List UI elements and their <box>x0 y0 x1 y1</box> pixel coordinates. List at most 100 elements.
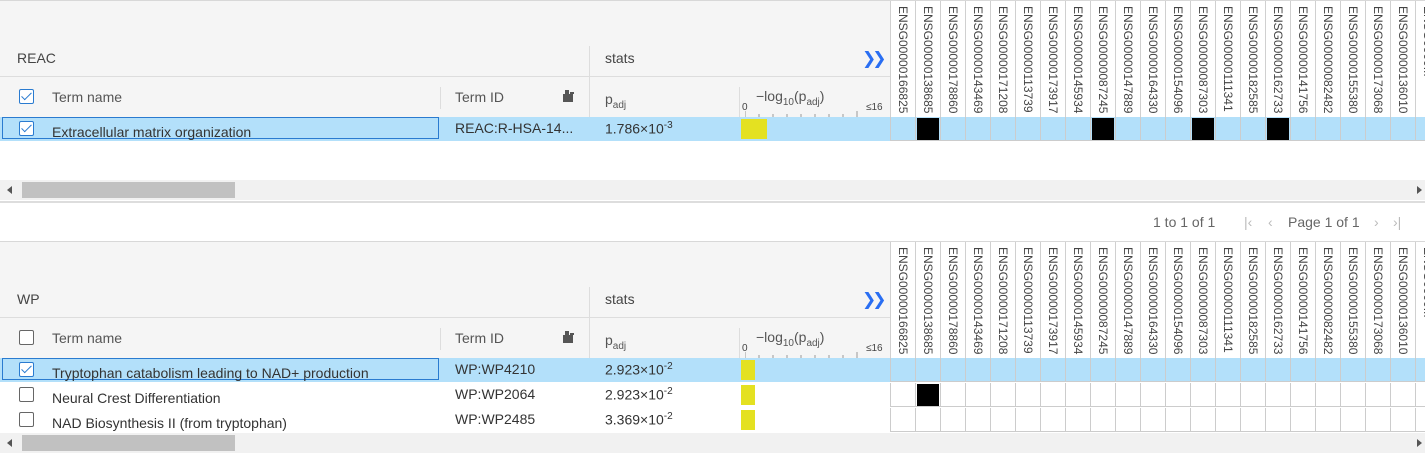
gene-hit-cell[interactable] <box>1390 117 1415 141</box>
gene-hit-cell[interactable] <box>1315 383 1340 407</box>
gene-column-header[interactable]: ENSG00000162733 <box>1265 1 1290 117</box>
gene-hit-cell[interactable] <box>1090 358 1115 382</box>
gene-hit-cell[interactable] <box>1065 383 1090 407</box>
gene-hit-cell[interactable] <box>1015 117 1040 141</box>
table-row[interactable]: Neural Crest Differentiation WP:WP2064 2.9… <box>0 383 1425 407</box>
gene-hit-cell[interactable] <box>1140 117 1165 141</box>
gene-hit-cell[interactable] <box>1040 408 1065 432</box>
expand-columns-button[interactable]: ❯❯ <box>862 49 886 69</box>
gene-hit-cell[interactable] <box>1340 408 1365 432</box>
gene-column-header[interactable]: ENSG00000145934 <box>1065 1 1090 117</box>
gene-column-header[interactable]: ENSG00000087245 <box>1090 242 1115 358</box>
term-id-header[interactable]: Term ID <box>455 89 504 105</box>
gene-hit-cell[interactable] <box>940 383 965 407</box>
row-checkbox[interactable] <box>19 121 34 136</box>
table-row[interactable]: Tryptophan catabolism leading to NAD+ pr… <box>0 358 1425 382</box>
gene-column-header[interactable]: ENSG00000154096 <box>1165 242 1190 358</box>
scroll-left-icon[interactable] <box>7 186 12 194</box>
gene-hit-cell[interactable] <box>915 408 940 432</box>
gene-column-header[interactable]: ENSG00000143469 <box>965 1 990 117</box>
gene-column-header[interactable]: ENSG00000173917 <box>1040 1 1065 117</box>
gene-hit-cell[interactable] <box>1165 117 1190 141</box>
gene-hit-cell[interactable] <box>940 117 965 141</box>
gene-column-header[interactable]: ENSG00000111341 <box>1215 242 1240 358</box>
padj-header[interactable]: padj <box>605 91 626 111</box>
gene-column-header[interactable]: ENSG00000171208 <box>990 1 1015 117</box>
gene-column-header[interactable]: ENSG00000082482 <box>1315 242 1340 358</box>
term-name-header[interactable]: Term name <box>52 89 122 105</box>
gene-hit-cell[interactable] <box>890 383 915 407</box>
gene-column-header[interactable]: ENSG00000147889 <box>1115 242 1140 358</box>
gene-hit-cell[interactable] <box>1365 408 1390 432</box>
gene-hit-cell[interactable] <box>1265 383 1290 407</box>
gene-hit-cell[interactable] <box>1040 117 1065 141</box>
table-row[interactable]: Extracellular matrix organization REAC:R-… <box>0 117 1425 141</box>
expand-columns-button[interactable]: ❯❯ <box>862 290 886 310</box>
select-all-checkbox[interactable] <box>19 89 34 104</box>
row-checkbox[interactable] <box>19 387 34 402</box>
gene-hit-cell[interactable] <box>1040 358 1065 382</box>
filter-icon[interactable] <box>561 330 575 344</box>
gene-hit-cell[interactable] <box>1215 408 1240 432</box>
gene-column-header[interactable]: ENSG00000173068 <box>1365 242 1390 358</box>
gene-hit-cell[interactable] <box>1390 358 1415 382</box>
gene-column-header[interactable]: ENSG0000... <box>1415 1 1425 117</box>
gene-hit-cell[interactable] <box>915 383 940 407</box>
gene-column-header[interactable]: ENSG00000087303 <box>1190 242 1215 358</box>
gene-hit-cell[interactable] <box>965 358 990 382</box>
row-checkbox[interactable] <box>19 362 34 377</box>
gene-hit-cell[interactable] <box>1415 383 1425 407</box>
gene-hit-cell[interactable] <box>990 117 1015 141</box>
gene-hit-cell[interactable] <box>1165 408 1190 432</box>
gene-hit-cell[interactable] <box>915 358 940 382</box>
gene-column-header[interactable]: ENSG00000143469 <box>965 242 990 358</box>
gene-hit-cell[interactable] <box>1015 358 1040 382</box>
term-name[interactable]: NAD Biosynthesis II (from tryptophan) <box>52 415 287 431</box>
gene-hit-cell[interactable] <box>1140 358 1165 382</box>
gene-column-header[interactable]: ENSG00000182585 <box>1240 242 1265 358</box>
scroll-left-icon[interactable] <box>7 439 12 447</box>
gene-hit-cell[interactable] <box>1115 383 1140 407</box>
gene-hit-cell[interactable] <box>1190 408 1215 432</box>
gene-column-header[interactable]: ENSG00000164330 <box>1140 1 1165 117</box>
gene-column-header[interactable]: ENSG00000173917 <box>1040 242 1065 358</box>
gene-column-header[interactable]: ENSG00000111341 <box>1215 1 1240 117</box>
gene-column-header[interactable]: ENSG00000145934 <box>1065 242 1090 358</box>
table-row[interactable]: NAD Biosynthesis II (from tryptophan) WP:… <box>0 408 1425 432</box>
gene-hit-cell[interactable] <box>1290 117 1315 141</box>
gene-column-header[interactable]: ENSG00000082482 <box>1315 1 1340 117</box>
gene-hit-cell[interactable] <box>1115 358 1140 382</box>
gene-hit-cell[interactable] <box>1240 117 1265 141</box>
gene-column-header[interactable]: ENSG00000141756 <box>1290 1 1315 117</box>
scroll-thumb[interactable] <box>22 435 235 451</box>
log-padj-header[interactable]: −log10(padj) <box>756 329 824 349</box>
gene-hit-cell[interactable] <box>1190 383 1215 407</box>
gene-hit-cell[interactable] <box>1215 383 1240 407</box>
term-id[interactable]: WP:WP2485 <box>455 411 535 427</box>
gene-hit-cell[interactable] <box>990 383 1015 407</box>
term-id-header[interactable]: Term ID <box>455 330 504 346</box>
gene-hit-cell[interactable] <box>940 408 965 432</box>
term-id[interactable]: WP:WP4210 <box>455 361 535 377</box>
prev-page-icon[interactable]: ‹ <box>1268 214 1273 230</box>
gene-hit-cell[interactable] <box>1090 383 1115 407</box>
horizontal-scrollbar[interactable] <box>0 433 1425 453</box>
gene-hit-cell[interactable] <box>1265 408 1290 432</box>
gene-hit-cell[interactable] <box>965 408 990 432</box>
gene-hit-cell[interactable] <box>1140 383 1165 407</box>
gene-hit-cell[interactable] <box>1240 408 1265 432</box>
gene-hit-cell[interactable] <box>1365 117 1390 141</box>
gene-column-header[interactable]: ENSG00000138685 <box>915 242 940 358</box>
gene-hit-cell[interactable] <box>1115 117 1140 141</box>
gene-hit-cell[interactable] <box>1215 358 1240 382</box>
gene-hit-cell[interactable] <box>965 117 990 141</box>
gene-hit-cell[interactable] <box>1165 358 1190 382</box>
gene-hit-cell[interactable] <box>1240 383 1265 407</box>
gene-hit-cell[interactable] <box>940 358 965 382</box>
first-page-icon[interactable]: |‹ <box>1244 214 1252 230</box>
gene-hit-cell[interactable] <box>890 408 915 432</box>
gene-hit-cell[interactable] <box>1065 358 1090 382</box>
gene-column-header[interactable]: ENSG00000164330 <box>1140 242 1165 358</box>
gene-hit-cell[interactable] <box>990 408 1015 432</box>
last-page-icon[interactable]: ›| <box>1393 214 1401 230</box>
